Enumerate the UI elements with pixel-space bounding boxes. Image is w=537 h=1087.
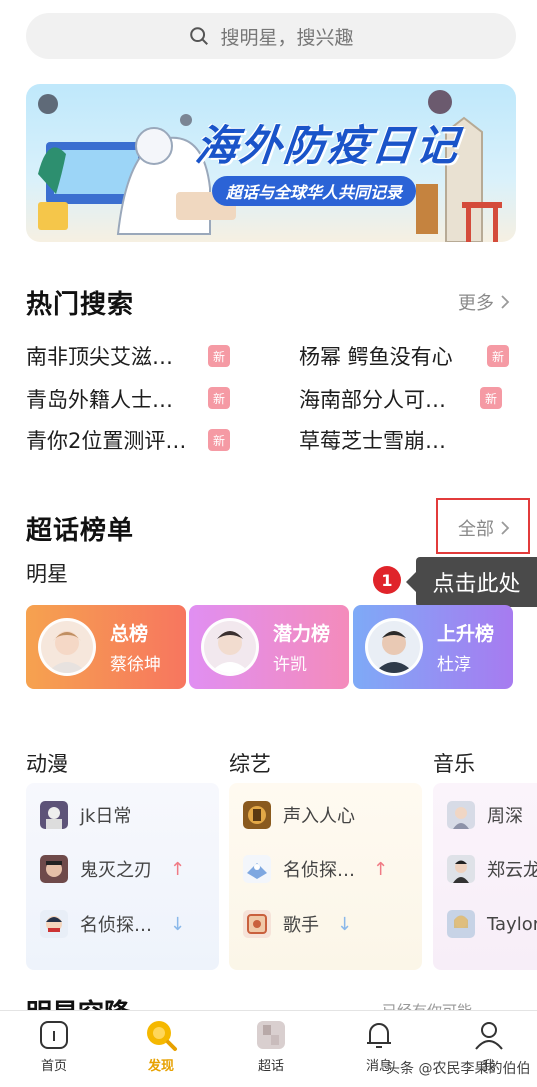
rank-card-rising[interactable]: 上升榜 杜淳 — [353, 605, 513, 689]
search-input[interactable]: 搜明星，搜兴趣 — [26, 13, 516, 59]
rank-person: 蔡徐坤 — [110, 655, 161, 675]
new-badge: 新 — [208, 387, 230, 409]
hot-search-item[interactable]: 青岛外籍人士… — [26, 384, 173, 414]
ranking-subtitle: 明星 — [26, 562, 68, 586]
rank-name: 潜力榜 — [273, 623, 331, 645]
trend-down-icon: ↓ — [337, 913, 353, 935]
search-icon — [190, 27, 209, 45]
rank-card-total[interactable]: 总榜 蔡徐坤 — [26, 605, 186, 689]
topic-thumbnail — [447, 910, 475, 938]
new-badge: 新 — [208, 345, 230, 367]
list-item[interactable]: 郑云龙 — [447, 852, 537, 886]
new-badge: 新 — [487, 345, 509, 367]
highlight-box — [436, 498, 530, 554]
ranking-title: 超话榜单 — [26, 516, 135, 546]
topic-thumbnail — [447, 855, 475, 883]
user-icon — [475, 1022, 503, 1050]
list-item[interactable]: 鬼灭之刃 ↑ — [40, 852, 185, 886]
category-title: 音乐 — [433, 752, 475, 776]
tab-discover[interactable]: 发现 — [121, 1017, 201, 1074]
home-icon — [40, 1021, 68, 1049]
search-placeholder: 搜明星，搜兴趣 — [220, 26, 354, 49]
hot-search-more-link[interactable]: 更多 — [458, 289, 510, 315]
rank-name: 总榜 — [110, 623, 149, 645]
supertopic-icon — [257, 1021, 285, 1049]
list-item[interactable]: 声入人心 — [243, 798, 355, 832]
category-title: 综艺 — [229, 752, 271, 776]
more-label: 更多 — [458, 293, 494, 314]
hot-search-item[interactable]: 青你2位置测评… — [26, 425, 186, 455]
watermark: 头条 @农民李果的伯伯 — [386, 1061, 531, 1077]
topic-thumbnail — [243, 801, 271, 829]
list-item[interactable]: 周深 — [447, 798, 523, 832]
annotation-tooltip: 点击此处 — [406, 557, 537, 607]
hot-search-item[interactable]: 海南部分人可… — [299, 384, 446, 414]
topic-thumbnail — [447, 801, 475, 829]
hot-search-item[interactable]: 杨幂 鳄鱼没有心 — [299, 341, 453, 371]
discover-icon — [147, 1021, 177, 1051]
list-item[interactable]: jk日常 — [40, 798, 131, 832]
topic-thumbnail — [243, 910, 271, 938]
hot-search-item[interactable]: 草莓芝士雪崩… — [299, 425, 446, 455]
hot-search-title: 热门搜索 — [26, 290, 135, 320]
trend-up-icon: ↑ — [373, 858, 389, 880]
banner-subtitle: 超话与全球华人共同记录 — [212, 176, 417, 206]
topic-thumbnail — [40, 910, 68, 938]
rank-card-potential[interactable]: 潜力榜 许凯 — [189, 605, 349, 689]
chevron-right-icon — [501, 295, 510, 309]
category-title: 动漫 — [26, 752, 68, 776]
promo-banner[interactable]: 海外防疫日记 超话与全球华人共同记录 — [26, 84, 516, 242]
trend-up-icon: ↑ — [170, 858, 186, 880]
rank-name: 上升榜 — [437, 623, 495, 645]
tab-supertopic[interactable]: 超话 — [231, 1017, 311, 1074]
rank-person: 许凯 — [273, 655, 307, 675]
tab-home[interactable]: 首页 — [14, 1017, 94, 1074]
topic-thumbnail — [40, 801, 68, 829]
topic-thumbnail — [40, 855, 68, 883]
hot-search-item[interactable]: 南非顶尖艾滋… — [26, 341, 173, 371]
new-badge: 新 — [480, 387, 502, 409]
banner-title: 海外防疫日记 — [193, 121, 463, 170]
list-item[interactable]: 名侦探… ↓ — [40, 907, 185, 941]
trend-down-icon: ↓ — [170, 913, 186, 935]
list-item[interactable]: Taylor — [447, 907, 537, 941]
avatar — [365, 618, 423, 676]
list-item[interactable]: 歌手 ↓ — [243, 907, 352, 941]
topic-thumbnail — [243, 855, 271, 883]
avatar — [38, 618, 96, 676]
new-badge: 新 — [208, 429, 230, 451]
bell-icon — [367, 1023, 391, 1048]
list-item[interactable]: 名侦探… ↑ — [243, 852, 388, 886]
avatar — [201, 618, 259, 676]
rank-person: 杜淳 — [437, 655, 471, 675]
step-marker: 1 — [373, 566, 401, 594]
